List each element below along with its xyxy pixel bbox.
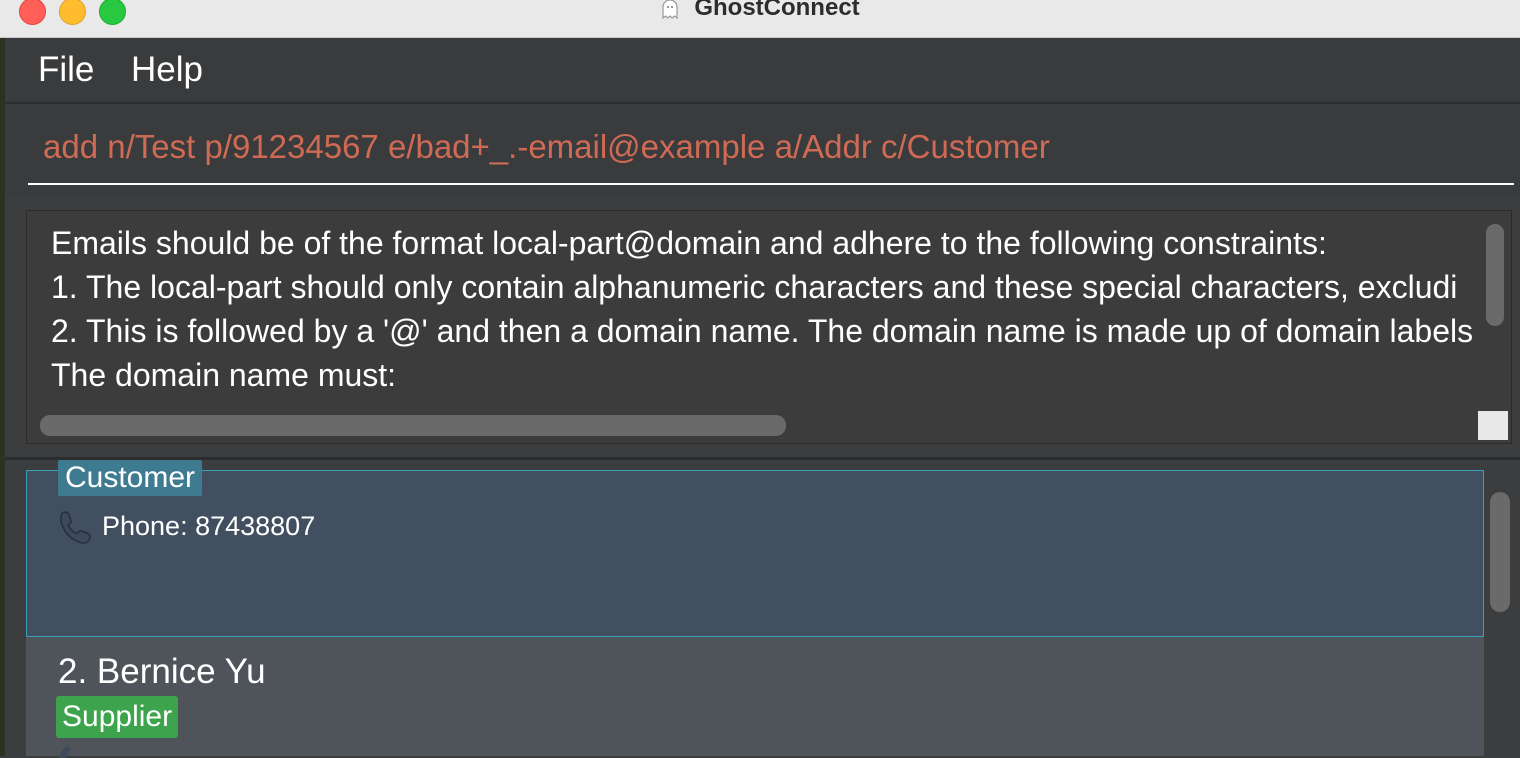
result-line: The domain name must: (51, 357, 397, 393)
ghost-icon (662, 0, 678, 19)
result-line: 1. The local-part should only contain al… (51, 269, 1458, 305)
title-bar: GhostConnect (0, 0, 1520, 38)
phone-row: Phone: 87438807 (56, 508, 315, 544)
window-title: GhostConnect (694, 0, 860, 21)
result-vertical-scrollbar[interactable] (1486, 224, 1504, 326)
person-name: 2. Bernice Yu (58, 652, 266, 691)
window-title-container: GhostConnect (0, 0, 1520, 22)
menu-help[interactable]: Help (131, 50, 203, 90)
list-vertical-scrollbar[interactable] (1490, 492, 1510, 612)
command-input[interactable]: add n/Test p/91234567 e/bad+_.-email@exa… (43, 128, 1050, 166)
supplier-tag: Supplier (56, 696, 179, 738)
result-horizontal-scrollbar[interactable] (40, 415, 786, 436)
customer-tag: Customer (58, 460, 203, 496)
scroll-corner (1478, 411, 1508, 440)
command-input-underline (28, 183, 1514, 185)
result-line: Emails should be of the format local-par… (51, 225, 1327, 261)
menu-bar: File Help (5, 38, 1520, 104)
phone-icon (60, 511, 91, 544)
phone-label: Phone: 87438807 (102, 510, 316, 541)
person-card-selected[interactable] (26, 470, 1484, 637)
result-line: 2. This is followed by a '@' and then a … (51, 313, 1474, 349)
menu-file[interactable]: File (38, 50, 94, 90)
